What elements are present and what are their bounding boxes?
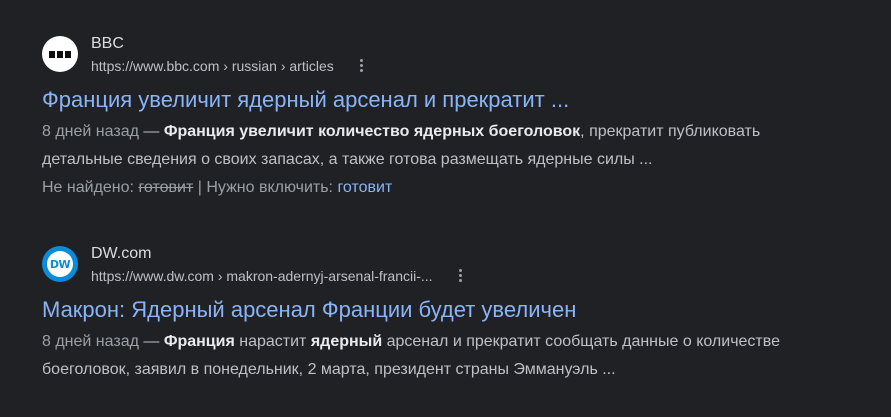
snippet-highlight: ядерный	[310, 333, 383, 350]
result-title-link[interactable]: Франция увеличит ядерный арсенал и прекр…	[42, 86, 872, 114]
more-options-icon[interactable]	[356, 57, 367, 74]
site-name: BBC	[91, 34, 124, 52]
search-results-page: BBC https://www.bbc.com › russian › arti…	[0, 0, 891, 417]
result-source[interactable]: BBC https://www.bbc.com › russian › arti…	[42, 31, 872, 77]
site-name: DW.com	[91, 244, 152, 262]
result-title-link[interactable]: Макрон: Ядерный арсенал Франции будет ув…	[42, 296, 872, 324]
bbc-logo-icon	[42, 36, 78, 72]
result-url: https://www.dw.com › makron-adernyj-arse…	[91, 267, 433, 284]
search-result: DW DW.com https://www.dw.com › makron-ad…	[42, 241, 872, 384]
snippet-highlight: Франция	[163, 333, 235, 350]
snippet-highlight: Франция увеличит количество ядерных боег…	[163, 123, 581, 140]
result-snippet: 8 дней назад — Франция нарастит ядерный …	[42, 333, 780, 378]
search-result: BBC https://www.bbc.com › russian › arti…	[42, 31, 872, 200]
more-options-icon[interactable]	[455, 267, 466, 284]
dw-logo-icon: DW	[42, 246, 78, 282]
must-include-link[interactable]: готовит	[337, 179, 392, 196]
result-url: https://www.bbc.com › russian › articles	[91, 57, 334, 74]
result-source[interactable]: DW DW.com https://www.dw.com › makron-ad…	[42, 241, 872, 287]
missing-terms: Не найдено: готовит | Нужно включить: го…	[42, 179, 393, 196]
result-date: 8 дней назад	[42, 123, 139, 140]
result-snippet: 8 дней назад — Франция увеличит количест…	[42, 123, 761, 168]
missing-term: готовит	[138, 179, 194, 196]
result-date: 8 дней назад	[42, 333, 139, 350]
